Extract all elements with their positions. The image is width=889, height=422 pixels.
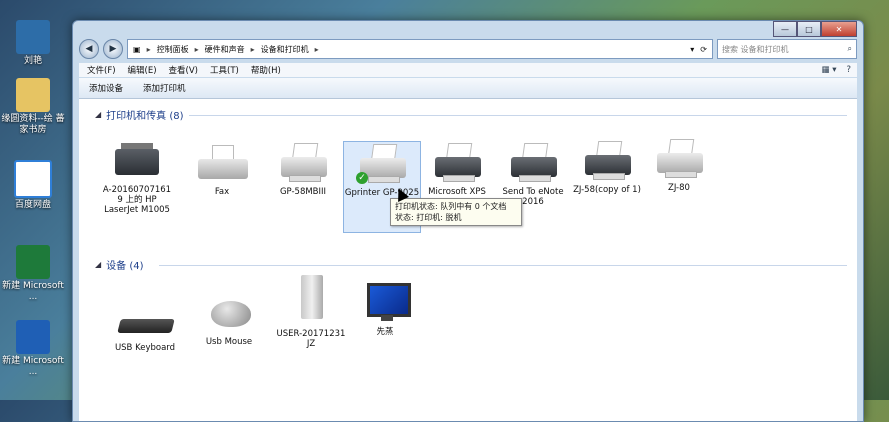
group-title: 设备 (4) [106,261,144,272]
menu-tools[interactable]: 工具(T) [210,64,239,76]
monitor-icon [357,281,413,323]
desktop-icon-user[interactable]: 刘艳 [0,20,66,67]
fax-icon [194,141,250,183]
printer-zj-80[interactable]: ZJ-80 [641,137,717,193]
printer-icon [579,139,635,181]
tooltip-line: 打印机状态: 队列中有 0 个文档 [395,202,507,211]
add-device-button[interactable]: 添加设备 [89,82,123,94]
breadcrumb-item[interactable]: 控制面板 [157,44,189,55]
device-list: ◢ 打印机和传真 (8) A-20160707161 9 上的 HP Laser… [79,99,857,421]
mouse-icon [201,291,257,333]
printer-icon: ✓ [354,142,410,184]
add-printer-button[interactable]: 添加打印机 [143,82,186,94]
desktop-icon-label: 刘艳 [23,56,42,66]
forward-button[interactable]: ▶ [103,39,123,59]
menu-file[interactable]: 文件(F) [87,64,116,76]
device-label: ZJ-80 [668,183,690,193]
minimize-button[interactable]: — [773,21,797,37]
address-bar: ◀ ▶ ▣ ▸ 控制面板 ▸ 硬件和声音 ▸ 设备和打印机 ▸ ▾ ⟳ 搜索 设… [79,38,857,60]
device-label: ZJ-58(copy of 1) [573,185,641,195]
printer-icon [651,137,707,179]
folder-icon [16,20,50,54]
printer-icon [275,141,331,183]
maximize-button[interactable]: □ [797,21,821,37]
printer-gp-58mbiii[interactable]: GP-58MBIII [265,141,341,197]
tooltip-line: 状态: 打印机: 脱机 [395,213,462,222]
divider [189,115,847,116]
device-label: A-20160707161 9 上的 HP LaserJet M1005 [102,185,172,215]
default-check-icon: ✓ [356,172,368,184]
device-label: Microsoft XPS [428,187,486,197]
chevron-right-icon: ▸ [314,44,319,54]
device-computer[interactable]: USER-20171231 JZ [273,275,349,349]
close-button[interactable]: ✕ [821,21,857,37]
menu-bar: 文件(F) 编辑(E) 查看(V) 工具(T) 帮助(H) ▦ ▾ ? [79,63,857,77]
device-label: Usb Mouse [205,337,253,347]
search-icon: ⌕ [847,44,852,53]
menu-view[interactable]: 查看(V) [169,64,198,76]
search-input[interactable]: 搜索 设备和打印机 ⌕ [717,39,857,59]
cloud-icon [14,160,52,198]
device-label: GP-58MBIII [279,187,327,197]
device-monitor[interactable]: 先蒸 [347,281,423,337]
search-placeholder: 搜索 设备和打印机 [722,44,789,54]
view-options-icon[interactable]: ▦ ▾ [821,65,836,75]
collapse-icon: ◢ [95,260,102,269]
breadcrumb-item[interactable]: 硬件和声音 [205,44,245,55]
desktop-icon-label: 新建 Microsoft ... [2,281,64,302]
menu-help[interactable]: 帮助(H) [251,64,281,76]
printer-hp-laserjet[interactable]: A-20160707161 9 上的 HP LaserJet M1005 [99,139,175,215]
printer-zj-58-copy[interactable]: ZJ-58(copy of 1) [569,139,645,195]
chevron-right-icon: ▸ [146,44,151,54]
arrow-right-icon: ▶ [109,44,117,54]
device-usb-mouse[interactable]: Usb Mouse [191,291,267,347]
desktop-icon-excel[interactable]: 新建 Microsoft ... [0,245,66,303]
desktop-icon-label: 百度网盘 [14,200,51,210]
excel-icon [16,245,50,279]
back-button[interactable]: ◀ [79,39,99,59]
device-label: USB Keyboard [114,343,176,353]
device-label: Fax [214,187,230,197]
printer-icon [109,139,165,181]
breadcrumb-item[interactable]: 设备和打印机 [261,44,309,55]
printers-group-header[interactable]: ◢ 打印机和传真 (8) [95,107,184,122]
arrow-left-icon: ◀ [85,44,93,54]
desktop-icon-label: 缘圆资料--绘 蕃家书房 [1,114,65,135]
help-icon[interactable]: ? [846,65,851,75]
menu-edit[interactable]: 编辑(E) [128,64,157,76]
folder-icon [16,78,50,112]
chevron-right-icon: ▸ [250,44,255,54]
desktop-icon-word[interactable]: 新建 Microsoft ... [0,320,66,378]
computer-icon [283,275,339,325]
device-label: USER-20171231 JZ [276,329,346,349]
printer-icon [429,141,485,183]
title-bar[interactable]: — □ ✕ [73,21,863,37]
printer-fax[interactable]: Fax [184,141,260,197]
desktop-icon-baidu[interactable]: 百度网盘 [0,160,66,211]
divider [159,265,847,266]
command-bar: 添加设备 添加打印机 [79,78,857,99]
printer-icon [505,141,561,183]
control-panel-icon: ▣ [133,44,141,54]
group-title: 打印机和传真 (8) [106,111,184,122]
printer-status-tooltip: 打印机状态: 队列中有 0 个文档 状态: 打印机: 脱机 [390,198,522,226]
word-icon [16,320,50,354]
printer-microsoft-xps[interactable]: Microsoft XPS [419,141,495,197]
devices-group-header[interactable]: ◢ 设备 (4) [95,257,144,272]
refresh-icon[interactable]: ⟳ [700,45,707,54]
chevron-down-icon[interactable]: ▾ [690,45,694,54]
collapse-icon: ◢ [95,110,102,119]
keyboard-icon [117,297,175,339]
device-label: 先蒸 [376,327,394,337]
breadcrumb[interactable]: ▣ ▸ 控制面板 ▸ 硬件和声音 ▸ 设备和打印机 ▸ ▾ ⟳ [127,39,713,59]
desktop-icon-folder[interactable]: 缘圆资料--绘 蕃家书房 [0,78,66,136]
device-usb-keyboard[interactable]: USB Keyboard [107,297,183,353]
chevron-right-icon: ▸ [194,44,199,54]
desktop-icon-label: 新建 Microsoft ... [2,356,64,377]
